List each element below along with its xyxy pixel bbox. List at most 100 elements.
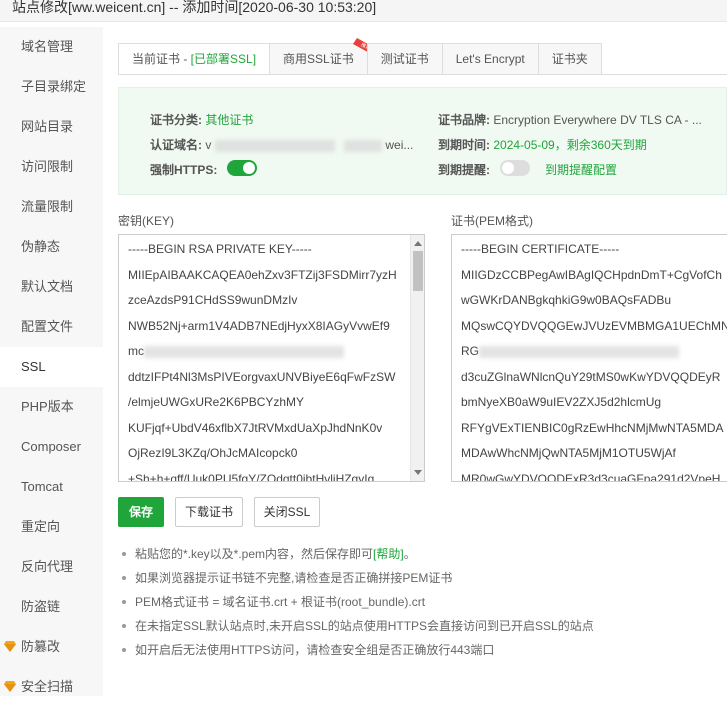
cert-expire-label: 到期时间: [438, 138, 490, 152]
gem-icon [4, 681, 16, 692]
sidebar-item-composer[interactable]: Composer [0, 427, 103, 467]
key-line: /elmjeUWGxURe2K6PBCYzhMY [128, 395, 305, 409]
cert-line: MIIGDzCCBPegAwIBAgIQCHpdnDmT+CgVofCh [461, 267, 722, 282]
tab-divider [118, 74, 727, 75]
tab-cert-folder[interactable]: 证书夹 [537, 43, 602, 75]
ssl-tabs: 当前证书 - [已部署SSL] 商用SSL证书 推荐 测试证书 Let's En… [118, 38, 602, 75]
save-button[interactable]: 保存 [118, 497, 164, 527]
scroll-thumb[interactable] [413, 251, 423, 291]
note-item: 如开启后无法使用HTTPS访问，请检查安全组是否正确放行443端口 [122, 642, 594, 666]
key-line: mc [119, 339, 424, 365]
note-text: 。 [403, 547, 416, 561]
window-title: 站点修改[ww.weicent.cn] -- 添加时间[2020-06-30 1… [0, 0, 727, 22]
key-scrollbar[interactable] [410, 235, 424, 481]
expire-remind-label: 到期提醒: [438, 163, 490, 177]
cert-textarea[interactable]: -----BEGIN CERTIFICATE----- MIIGDzCCBPeg… [451, 234, 727, 482]
tab-lets-encrypt[interactable]: Let's Encrypt [441, 43, 538, 75]
tab-current-cert[interactable]: 当前证书 - [已部署SSL] [118, 43, 270, 75]
key-textarea[interactable]: -----BEGIN RSA PRIVATE KEY----- MIIEpAIB… [118, 234, 425, 482]
sidebar-item-default-doc[interactable]: 默认文档 [0, 267, 103, 307]
sidebar-item-subdir[interactable]: 子目录绑定 [0, 67, 103, 107]
scroll-up-arrow-icon[interactable] [414, 241, 422, 246]
cert-line: bmNyeXB0aW9uIEV2ZXJ5d2hlcmUg [461, 395, 662, 409]
cert-brand-label: 证书品牌: [438, 113, 490, 127]
help-notes: 粘贴您的*.key以及*.pem内容，然后保存即可[帮助]。 如果浏览器提示证书… [122, 546, 594, 666]
cert-line: wGWKrDANBgkqhkiG9w0BAQsFADBu [461, 293, 672, 307]
sidebar-item-hotlink[interactable]: 防盗链 [0, 587, 103, 627]
cert-brand: 证书品牌: Encryption Everywhere DV TLS CA - … [438, 111, 702, 128]
redacted-text [144, 345, 344, 358]
sidebar-item-site-dir[interactable]: 网站目录 [0, 107, 103, 147]
note-item: 在未指定SSL默认站点时,未开启SSL的站点使用HTTPS会直接访问到已开启SS… [122, 618, 594, 642]
expire-remind-toggle[interactable] [500, 160, 530, 176]
cert-domains-suffix: wei... [385, 138, 414, 152]
sidebar-item-access-limit[interactable]: 访问限制 [0, 147, 103, 187]
sidebar-item-tomcat[interactable]: Tomcat [0, 467, 103, 507]
key-line: +Sh+h+qff/Uuk0PU5fgY/ZQdgtt0jbtHvliHZgyI… [128, 471, 375, 482]
sidebar-item-ssl[interactable]: SSL [0, 347, 103, 387]
key-line: -----BEGIN RSA PRIVATE KEY----- [128, 242, 312, 256]
note-item: 粘贴您的*.key以及*.pem内容，然后保存即可[帮助]。 [122, 546, 594, 570]
cert-line: d3cuZGlnaWNlcnQuY29tMS0wKwYDVQQDEyR [461, 369, 721, 384]
cert-expire: 到期时间: 2024-05-09，剩余360天到期 [438, 136, 647, 153]
force-https: 强制HTTPS: [150, 161, 217, 178]
force-https-label: 强制HTTPS: [150, 163, 218, 177]
cert-line: RFYgVExTIENBIC0gRzEwHhcNMjMwNTA5MDA [461, 420, 724, 435]
tab-label: 商用SSL证书 [283, 52, 354, 66]
key-line: ddtzIFPt4Nl3MsPIVEorgvaxUNVBiyeE6qFwFzSW [128, 369, 396, 384]
cert-domains: 认证域名: v wei... [150, 136, 413, 153]
redacted-text [344, 139, 383, 152]
cert-expire-value: 2024-05-09，剩余360天到期 [493, 138, 647, 152]
download-cert-button[interactable]: 下载证书 [175, 497, 243, 527]
key-label: 密钥(KEY) [118, 214, 175, 228]
sidebar-item-security-scan[interactable]: 安全扫描 [0, 667, 103, 707]
cert-category: 证书分类: 其他证书 [150, 111, 253, 128]
note-item: PEM格式证书 = 域名证书.crt + 根证书(root_bundle).cr… [122, 594, 594, 618]
sidebar-item-reverse-proxy[interactable]: 反向代理 [0, 547, 103, 587]
note-text: 粘贴您的*.key以及*.pem内容，然后保存即可 [135, 547, 374, 561]
remind-config-link[interactable]: 到期提醒配置 [545, 161, 617, 178]
cert-line: MQswCQYDVQQGEwJVUzEVMBMGA1UEChMN [461, 318, 727, 333]
toggle-knob [502, 162, 514, 174]
redacted-text [214, 139, 335, 152]
cert-domains-prefix: v [205, 138, 212, 152]
close-ssl-button[interactable]: 关闭SSL [254, 497, 320, 527]
redacted-text [479, 345, 679, 358]
tab-label: 当前证书 - [132, 52, 191, 66]
toggle-knob [243, 162, 255, 174]
key-line: NWB52Nj+arm1V4ADB7NEdjHyxX8IAGyVvwEf9 [128, 318, 390, 333]
force-https-toggle[interactable] [227, 160, 257, 176]
cert-info-panel: 证书分类: 其他证书 证书品牌: Encryption Everywhere D… [118, 87, 727, 195]
key-line: KUFjqf+UbdV46xflbX7JtRVMxdUaXpJhdNnK0v [128, 420, 383, 435]
sidebar-item-config-file[interactable]: 配置文件 [0, 307, 103, 347]
cert-line: -----BEGIN CERTIFICATE----- [461, 242, 620, 256]
tab-test-cert[interactable]: 测试证书 [366, 43, 442, 75]
sidebar-item-rewrite[interactable]: 伪静态 [0, 227, 103, 267]
cert-category-value: 其他证书 [205, 113, 254, 127]
sidebar-item-label: 安全扫描 [21, 679, 74, 694]
key-line: MIIEpAIBAAKCAQEA0ehZxv3FTZij3FSDMirr7yzH [128, 267, 397, 282]
cert-line: RG [452, 339, 727, 365]
sidebar-item-traffic-limit[interactable]: 流量限制 [0, 187, 103, 227]
cert-brand-value: Encryption Everywhere DV TLS CA - ... [493, 113, 702, 127]
cert-line: MR0wGwYDVQQDExR3d3cuaGFpa291d2VpeH [461, 471, 721, 482]
help-link[interactable]: [帮助] [373, 547, 404, 561]
gem-icon [4, 641, 16, 652]
key-line: zceAzdsP91CHdSS9wunDMzIv [128, 293, 298, 307]
scroll-down-arrow-icon[interactable] [414, 470, 422, 475]
deployed-status: [已部署SSL] [190, 52, 257, 66]
key-line: OjRezI9L3KZq/OhJcMAIcopck0 [128, 446, 298, 460]
cert-label: 证书(PEM格式) [451, 214, 533, 228]
note-item: 如果浏览器提示证书链不完整,请检查是否正确拼接PEM证书 [122, 570, 594, 594]
sidebar-item-redirect[interactable]: 重定向 [0, 507, 103, 547]
cert-category-label: 证书分类: [150, 113, 202, 127]
sidebar: 域名管理 子目录绑定 网站目录 访问限制 流量限制 伪静态 默认文档 配置文件 … [0, 27, 103, 696]
sidebar-item-php-version[interactable]: PHP版本 [0, 387, 103, 427]
tab-commercial-ssl[interactable]: 商用SSL证书 推荐 [269, 38, 375, 75]
cert-domains-label: 认证域名: [150, 138, 202, 152]
expire-remind: 到期提醒: [438, 161, 490, 178]
sidebar-item-tamper-proof[interactable]: 防篡改 [0, 627, 103, 667]
sidebar-item-domains[interactable]: 域名管理 [0, 27, 103, 67]
cert-line: MDAwWhcNMjQwNTA5MjM1OTU5WjAf [461, 446, 676, 460]
sidebar-item-label: 防篡改 [21, 639, 61, 654]
